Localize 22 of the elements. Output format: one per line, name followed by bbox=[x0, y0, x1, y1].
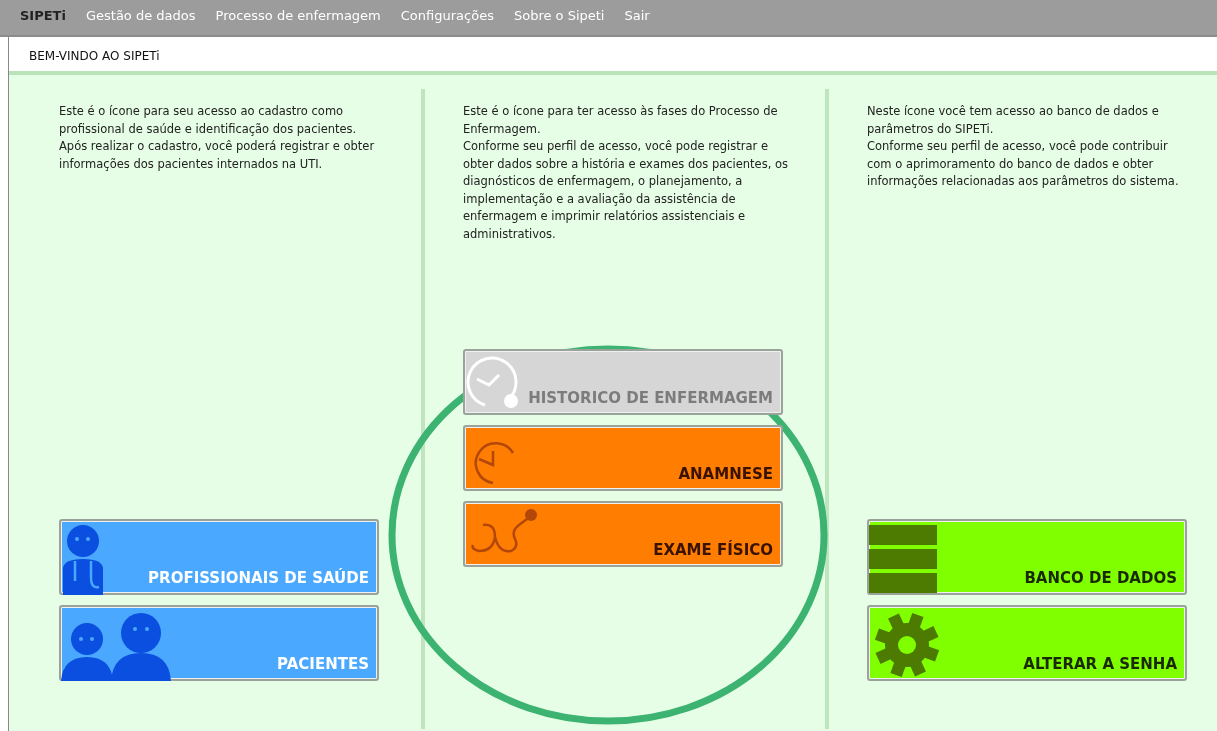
description-text: Neste ícone você tem acesso ao banco de dados e parâmetros do SIPETi. bbox=[867, 103, 1160, 138]
tile-button[interactable]: PACIENTES bbox=[59, 605, 379, 681]
menu-item[interactable]: Processo de enfermagem bbox=[215, 6, 381, 26]
brand-label: SIPETi bbox=[20, 7, 66, 25]
description-text: Conforme seu perfil de acesso, você pode contribuir com o aprimoramento do banco de dados e obter informações relacionadas aos parâmetros do sistema. bbox=[867, 138, 1180, 190]
menu-item[interactable]: Sobre o Sipeti bbox=[513, 6, 605, 26]
panel-title: BEM-VINDO AO SIPETi bbox=[29, 48, 160, 65]
tile-button[interactable]: PROFISSIONAIS DE SAÚDE bbox=[59, 519, 379, 595]
menu-item[interactable]: Configurações bbox=[400, 6, 494, 26]
description-text: Este é o ícone para seu acesso ao cadastro como profissional de saúde e identificação dos pacientes. bbox=[59, 103, 358, 138]
gear-icon bbox=[873, 611, 941, 679]
tile-button[interactable]: ANAMNESE bbox=[463, 425, 783, 491]
menu-item[interactable]: Sair bbox=[624, 6, 650, 26]
people-icon bbox=[61, 611, 171, 681]
tile-button[interactable]: ALTERAR A SENHA bbox=[867, 605, 1187, 681]
clock-icon bbox=[465, 355, 521, 411]
tile-button[interactable]: EXAME FÍSICO bbox=[463, 501, 783, 567]
description-text: Após realizar o cadastro, você poderá registrar e obter informações dos pacientes internados na UTI. bbox=[59, 138, 376, 173]
description-text: Conforme seu perfil de acesso, você pode registrar e obter dados sobre a história e exames dos pacientes, os diagnósticos de enfermagem, o planejamento, a implementação e a avaliação da assistência de enfermagem e imprimir relatórios assistenciais e administrativos. bbox=[463, 138, 789, 243]
tile-button[interactable]: BANCO DE DADOS bbox=[867, 519, 1187, 595]
description-text: Este é o ícone para ter acesso às fases do Processo de Enfermagem. bbox=[463, 103, 779, 138]
menu-item[interactable]: Gestão de dados bbox=[85, 6, 196, 26]
